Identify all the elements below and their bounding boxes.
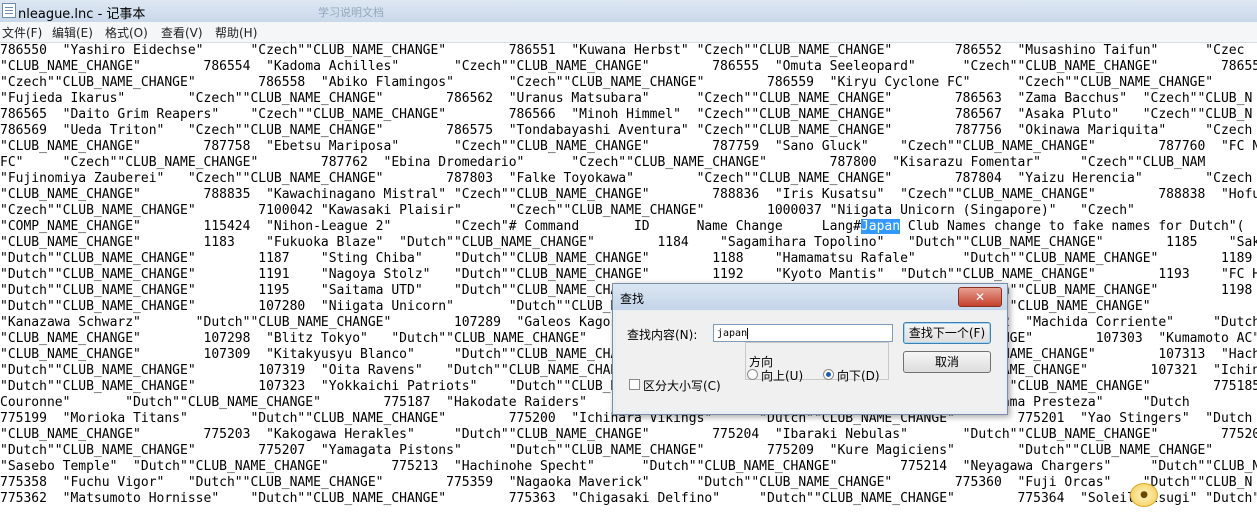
close-icon: ✕ bbox=[974, 290, 986, 304]
direction-up-label[interactable]: 向上(U) bbox=[761, 367, 803, 384]
text-line[interactable]: 775362 "Matsumoto Hornisse" "Dutch""CLUB… bbox=[0, 491, 1257, 507]
text-line[interactable]: "Czech""CLUB_NAME_CHANGE" 786558 "Abiko … bbox=[0, 75, 1213, 91]
menu-view[interactable]: 查看(V) bbox=[161, 24, 203, 41]
text-line[interactable]: FC" "Czech""CLUB_NAME_CHANGE" 787762 "Eb… bbox=[0, 155, 1205, 171]
text-line[interactable]: 786569 "Ueda Triton" "Czech""CLUB_NAME_C… bbox=[0, 123, 1252, 139]
close-button[interactable]: ✕ bbox=[958, 287, 1002, 307]
text-line[interactable]: Couronne" "Dutch""CLUB_NAME_CHANGE" 7751… bbox=[0, 395, 1190, 411]
find-next-button[interactable]: 查找下一个(F) bbox=[903, 322, 991, 344]
text-line[interactable]: "Sasebo Temple" "Dutch""CLUB_NAME_CHANGE… bbox=[0, 459, 1257, 475]
text-line[interactable]: 786550 "Yashiro Eidechse" "Czech""CLUB_N… bbox=[0, 43, 1244, 59]
text-line[interactable]: "Czech""CLUB_NAME_CHANGE" 7100042 "Kawas… bbox=[0, 203, 1135, 219]
text-line[interactable]: "CLUB_NAME_CHANGE" 786554 "Kadoma Achill… bbox=[0, 59, 1257, 75]
menu-format[interactable]: 格式(O) bbox=[105, 24, 148, 41]
text-line[interactable]: 786565 "Daito Grim Reapers" "Czech""CLUB… bbox=[0, 107, 1252, 123]
window-title: nleague.lnc - 记事本 bbox=[18, 7, 146, 22]
text-editor[interactable]: 786550 "Yashiro Eidechse" "Czech""CLUB_N… bbox=[0, 43, 1257, 514]
text-line[interactable]: "COMP_NAME_CHANGE" 115424 "Nihon-League … bbox=[0, 219, 1244, 235]
find-dialog-title-bar[interactable]: 查找 ✕ bbox=[613, 284, 1007, 310]
direction-up-radio[interactable] bbox=[747, 369, 758, 380]
find-what-input[interactable]: japan bbox=[713, 324, 893, 342]
direction-down-label[interactable]: 向下(D) bbox=[837, 367, 880, 384]
find-what-value: japan bbox=[717, 328, 748, 339]
text-line[interactable]: "CLUB_NAME_CHANGE" 787758 "Ebetsu Maripo… bbox=[0, 139, 1257, 155]
find-dialog-body: 查找内容(N): japan 查找下一个(F) 取消 方向 向上(U) 向下(D… bbox=[616, 311, 1004, 411]
search-match-highlight: Japan bbox=[860, 219, 901, 234]
text-line[interactable]: "CLUB_NAME_CHANGE" 788835 "Kawachinagano… bbox=[0, 187, 1257, 203]
menu-file[interactable]: 文件(F) bbox=[2, 24, 42, 41]
text-line[interactable]: "Dutch""CLUB_NAME_CHANGE" 1187 "Sting Ch… bbox=[0, 251, 1257, 267]
text-line[interactable]: 775358 "Fuchu Vigor" "Dutch""CLUB_NAME_C… bbox=[0, 475, 1252, 491]
menu-edit[interactable]: 编辑(E) bbox=[52, 24, 93, 41]
text-line[interactable]: "Dutch""CLUB_NAME_CHANGE" 1191 "Nagoya S… bbox=[0, 267, 1257, 283]
text-line[interactable]: "CLUB_NAME_CHANGE" 775203 "Kakogawa Hera… bbox=[0, 427, 1257, 443]
menu-bar: 文件(F) 编辑(E) 格式(O) 查看(V) 帮助(H) bbox=[0, 22, 1257, 43]
direction-down-radio[interactable] bbox=[823, 369, 834, 380]
text-cursor bbox=[747, 328, 749, 339]
text-line[interactable]: "Dutch""CLUB_NAME_CHANGE" 775207 "Yamaga… bbox=[0, 443, 1213, 459]
text-line[interactable]: "Fujieda Ikarus" "Czech""CLUB_NAME_CHANG… bbox=[0, 91, 1252, 107]
window-title-bar[interactable]: nleague.lnc - 记事本 学习说明文档 bbox=[0, 0, 1257, 23]
notepad-icon bbox=[2, 3, 16, 18]
match-case-label[interactable]: 区分大小写(C) bbox=[643, 377, 721, 394]
cancel-button[interactable]: 取消 bbox=[903, 351, 991, 373]
match-case-checkbox[interactable] bbox=[629, 379, 640, 390]
background-window-tab: 学习说明文档 bbox=[318, 6, 384, 19]
find-dialog: 查找 ✕ 查找内容(N): japan 查找下一个(F) 取消 方向 向上(U)… bbox=[612, 283, 1008, 415]
find-dialog-title: 查找 bbox=[620, 292, 645, 306]
sync-icon[interactable]: ● bbox=[1130, 483, 1158, 507]
find-what-label: 查找内容(N): bbox=[627, 328, 698, 342]
text-line[interactable]: "Fujinomiya Zauberei" "Czech""CLUB_NAME_… bbox=[0, 171, 1252, 187]
text-line[interactable]: "CLUB_NAME_CHANGE" 1183 "Fukuoka Blaze" … bbox=[0, 235, 1257, 251]
menu-help[interactable]: 帮助(H) bbox=[215, 24, 257, 41]
